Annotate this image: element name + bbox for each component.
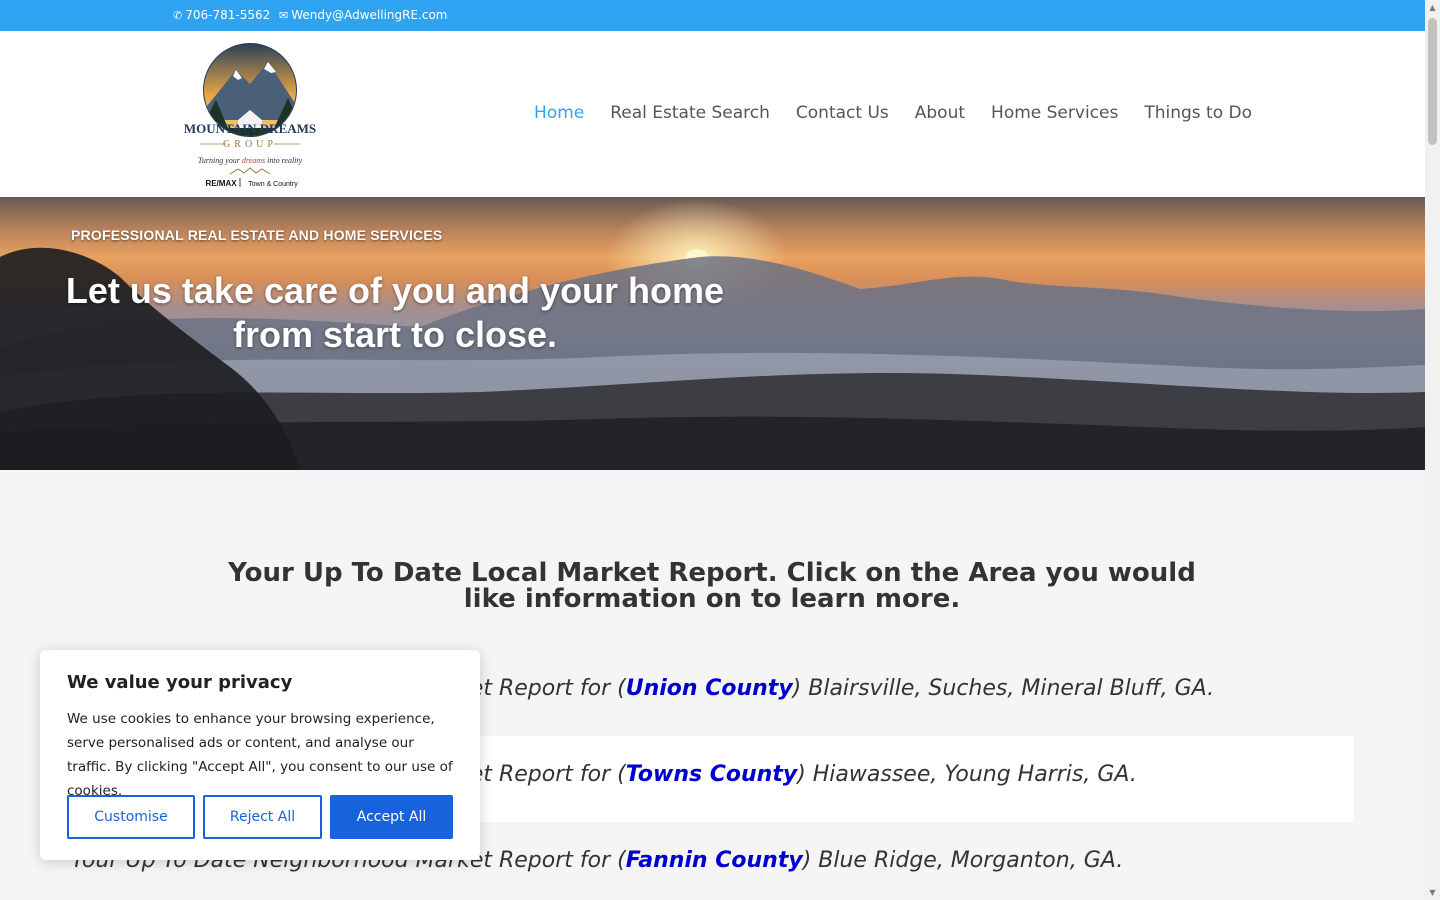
scroll-down-arrow-icon[interactable]: ▼ (1425, 885, 1440, 900)
market-report-heading: Your Up To Date Local Market Report. Cli… (228, 558, 1196, 614)
cookie-title: We value your privacy (67, 672, 293, 693)
phone-link[interactable]: ✆ 706-781-5562 (173, 8, 270, 22)
county-link-fannin[interactable]: Fannin County (626, 848, 803, 873)
county-link-towns[interactable]: Towns County (626, 762, 797, 787)
phone-number: 706-781-5562 (185, 8, 271, 22)
scrollbar-thumb[interactable] (1428, 18, 1437, 145)
hero-eyebrow: PROFESSIONAL REAL ESTATE AND HOME SERVIC… (71, 227, 443, 243)
site-logo[interactable]: MOUNTAIN DREAMS GROUP Turning your dream… (176, 40, 324, 188)
email-address: Wendy@AdwellingRE.com (291, 8, 448, 22)
logo-name-line1: MOUNTAIN DREAMS (184, 121, 316, 136)
logo-tagline: Turning your dreams into reality (198, 156, 303, 165)
scroll-up-arrow-icon[interactable]: ▲ (1425, 0, 1440, 15)
nav-item-about[interactable]: About (915, 103, 965, 123)
nav-item-real-estate-search[interactable]: Real Estate Search (610, 103, 770, 123)
hero-banner: PROFESSIONAL REAL ESTATE AND HOME SERVIC… (0, 197, 1425, 470)
customise-button[interactable]: Customise (67, 795, 195, 839)
logo-broker-brand: RE/MAX (205, 179, 237, 188)
phone-icon: ✆ (173, 8, 183, 22)
top-contact-bar: ✆ 706-781-5562 ✉ Wendy@AdwellingRE.com (0, 0, 1425, 31)
main-nav: Home Real Estate Search Contact Us About… (534, 103, 1252, 123)
logo-broker-office: Town & Country (248, 181, 298, 188)
nav-item-contact-us[interactable]: Contact Us (796, 103, 889, 123)
cookie-body: We use cookies to enhance your browsing … (67, 711, 453, 799)
nav-item-things-to-do[interactable]: Things to Do (1144, 103, 1252, 123)
site-header: MOUNTAIN DREAMS GROUP Turning your dream… (0, 31, 1425, 197)
email-link[interactable]: ✉ Wendy@AdwellingRE.com (279, 8, 448, 22)
hero-title: Let us take care of you and your home fr… (65, 270, 725, 355)
logo-name-line2: GROUP (223, 139, 277, 150)
cookie-consent-dialog: We value your privacy We use cookies to … (40, 650, 480, 860)
county-link-union[interactable]: Union County (626, 676, 793, 701)
logo-graphic: MOUNTAIN DREAMS GROUP Turning your dream… (184, 43, 316, 188)
reject-all-button[interactable]: Reject All (203, 795, 322, 839)
nav-item-home-services[interactable]: Home Services (991, 103, 1118, 123)
envelope-icon: ✉ (279, 8, 289, 22)
nav-item-home[interactable]: Home (534, 103, 584, 123)
page-scrollbar[interactable]: ▲ ▼ (1425, 0, 1440, 900)
accept-all-button[interactable]: Accept All (330, 795, 453, 839)
